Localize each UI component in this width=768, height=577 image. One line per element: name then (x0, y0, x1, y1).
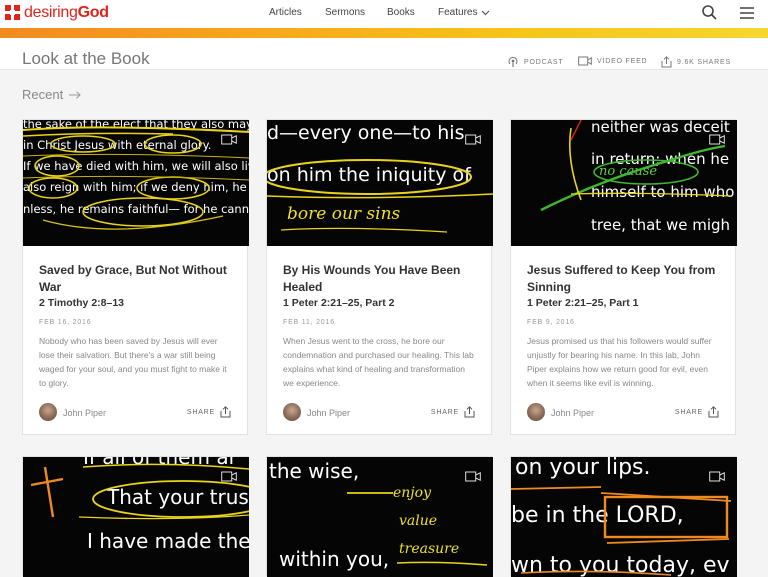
share-count: 9.6K SHARES (677, 58, 731, 66)
video-thumbnail[interactable]: d—every one—to his on him the iniquity o… (267, 120, 493, 246)
scripture-reference: 2 Timothy 2:8–13 (39, 297, 125, 309)
episode-card[interactable]: on your lips. be in the LORD, wn to you … (510, 456, 737, 577)
site-logo[interactable]: desiringGod (5, 4, 109, 22)
video-camera-icon (709, 134, 725, 145)
author-avatar (283, 403, 301, 421)
video-thumbnail[interactable]: neither was deceit in return; when he hi… (511, 120, 737, 246)
card-description: Nobody who has been saved by Jesus will … (39, 336, 227, 388)
card-title[interactable]: Saved by Grace, But Not Without War (39, 262, 231, 296)
author-avatar (39, 403, 57, 421)
author-name[interactable]: John Piper (63, 408, 106, 418)
card-description: When Jesus went to the cross, he bore ou… (283, 336, 474, 388)
nav-features[interactable]: Features (438, 7, 490, 18)
podcast-label: PODCAST (524, 58, 564, 66)
share-button[interactable]: SHARE (675, 406, 719, 418)
scripture-reference: 1 Peter 2:21–25, Part 2 (283, 297, 395, 309)
video-feed-label: VIDEO FEED (597, 57, 648, 65)
annotation-scribble (511, 486, 732, 576)
card-title[interactable]: By His Wounds You Have Been Healed (283, 262, 475, 296)
author-name[interactable]: John Piper (551, 408, 594, 418)
share-button[interactable]: SHARE (431, 406, 475, 418)
video-camera-icon (221, 134, 237, 145)
page-header: Look at the Book PODCAST VIDEO FEED 9.6K… (0, 38, 768, 70)
video-thumbnail[interactable]: the wise, within you, enjoy value treasu… (267, 457, 493, 577)
arrow-right-icon (69, 90, 81, 99)
annotation-scribble (540, 120, 732, 212)
video-camera-icon (578, 56, 592, 66)
episode-card[interactable]: the sake of the elect that they also may… (22, 119, 249, 435)
annotation-scribble (30, 463, 249, 520)
search-icon[interactable] (701, 4, 719, 22)
podcast-icon (508, 56, 518, 67)
nav-articles[interactable]: Articles (269, 7, 302, 18)
logo-wordmark: desiringGod (24, 4, 109, 21)
share-icon (708, 406, 719, 418)
video-camera-icon (465, 134, 481, 145)
card-description: Jesus promised us that his followers wou… (527, 336, 712, 388)
episode-card[interactable]: If all of them ar That your trus I have … (22, 456, 249, 577)
video-thumbnail[interactable]: If all of them ar That your trus I have … (23, 457, 249, 577)
author-name[interactable]: John Piper (307, 408, 350, 418)
publish-date: FEB 16, 2016 (39, 319, 92, 326)
page-title: Look at the Book (22, 49, 150, 68)
card-title[interactable]: Jesus Suffered to Keep You from Sinning (527, 262, 719, 296)
share-label: SHARE (430, 408, 459, 416)
video-camera-icon (221, 471, 237, 482)
episode-card[interactable]: the wise, within you, enjoy value treasu… (266, 456, 493, 577)
author-avatar (527, 403, 545, 421)
share-icon (464, 406, 475, 418)
podcast-link[interactable]: PODCAST (507, 56, 563, 68)
page-share-button[interactable]: 9.6K SHARES (661, 56, 731, 68)
video-camera-icon (465, 471, 481, 482)
episode-card[interactable]: d—every one—to his on him the iniquity o… (266, 119, 493, 435)
annotation-scribble (23, 126, 249, 230)
recent-section-link[interactable]: Recent (22, 87, 81, 102)
share-button[interactable]: SHARE (187, 406, 231, 418)
video-camera-icon (709, 471, 725, 482)
video-thumbnail[interactable]: the sake of the elect that they also may… (23, 120, 249, 246)
video-feed-link[interactable]: VIDEO FEED (578, 56, 647, 66)
share-label: SHARE (674, 408, 703, 416)
logo-mark-icon (5, 5, 21, 21)
header-accent-banner (0, 28, 768, 38)
nav-sermons[interactable]: Sermons (325, 7, 365, 18)
publish-date: FEB 11, 2016 (283, 319, 335, 326)
publish-date: FEB 9, 2016 (527, 319, 575, 326)
video-thumbnail[interactable]: on your lips. be in the LORD, wn to you … (511, 457, 737, 577)
nav-features-label: Features (438, 7, 478, 18)
recent-heading: Recent (22, 87, 64, 102)
annotation-scribble (347, 492, 488, 566)
episode-card[interactable]: neither was deceit in return; when he hi… (510, 119, 737, 435)
annotation-scribble (267, 159, 493, 233)
share-label: SHARE (186, 408, 215, 416)
nav-books[interactable]: Books (387, 7, 415, 18)
top-navigation: desiringGod Articles Sermons Books Featu… (0, 0, 768, 28)
menu-icon[interactable] (738, 4, 756, 22)
chevron-down-icon (482, 10, 490, 15)
share-icon (661, 56, 672, 68)
scripture-reference: 1 Peter 2:21–25, Part 1 (527, 297, 639, 309)
share-icon (220, 406, 231, 418)
